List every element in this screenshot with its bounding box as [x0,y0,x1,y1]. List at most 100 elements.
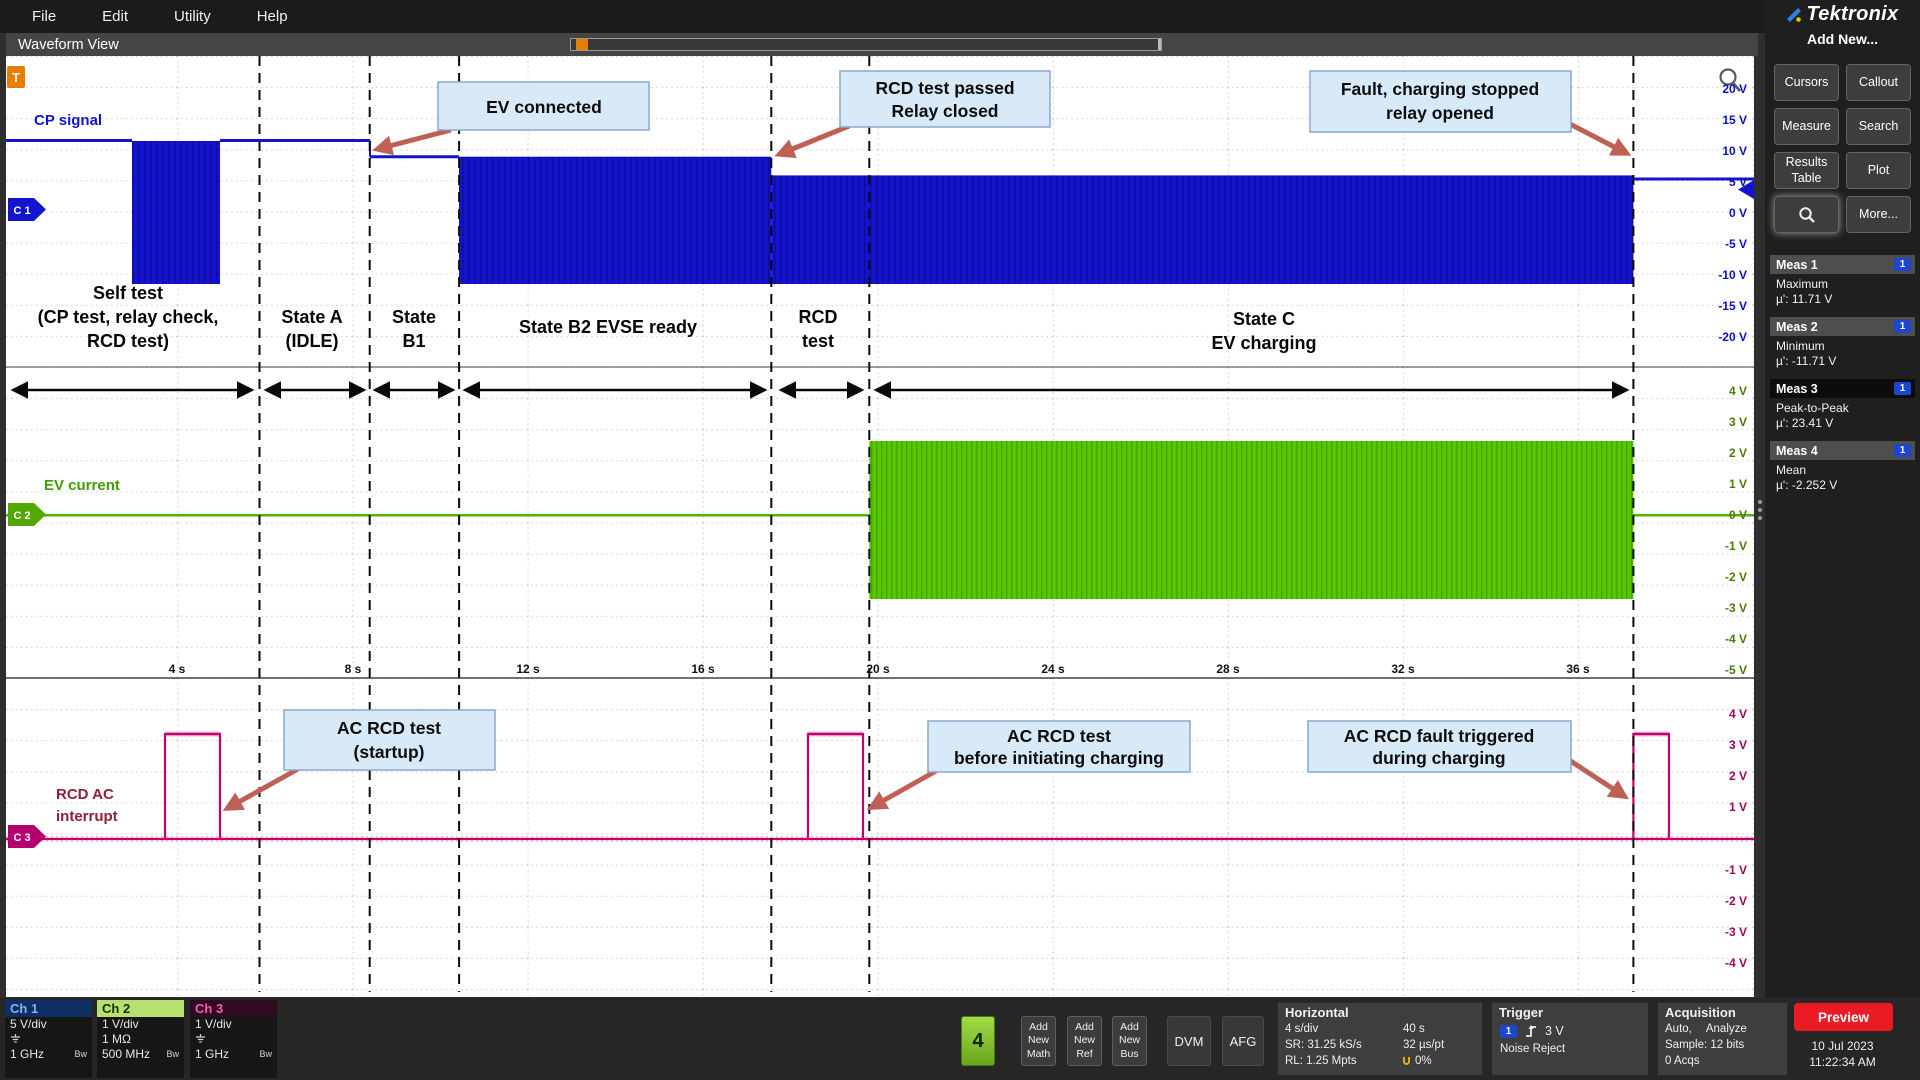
slider-end-tick [1158,39,1161,50]
more-button[interactable]: More... [1846,196,1911,233]
svg-text:32 s: 32 s [1391,662,1415,676]
svg-text:EV connected: EV connected [486,97,602,117]
meas-4-block[interactable]: Meas 4 1 Mean µ': -2.252 V [1770,441,1915,495]
menu-bar: File Edit Utility Help [0,0,1765,33]
svg-text:0 V: 0 V [1729,206,1747,220]
svg-text:28 s: 28 s [1216,662,1240,676]
svg-text:test: test [802,331,834,351]
svg-text:-2 V: -2 V [1725,894,1747,908]
measure-button[interactable]: Measure [1774,108,1839,145]
svg-text:(IDLE): (IDLE) [286,331,339,351]
trigger-panel[interactable]: Trigger 1 3 V Noise Reject [1491,1002,1649,1076]
svg-text:16 s: 16 s [691,662,715,676]
meas-3-source-badge: 1 [1894,382,1911,395]
menu-file[interactable]: File [32,8,56,25]
menu-help[interactable]: Help [257,8,288,25]
callout-ac-rcd-fault[interactable]: AC RCD fault triggered during charging [1308,721,1571,772]
meas-1-block[interactable]: Meas 1 1 Maximum µ': 11.71 V [1770,255,1915,309]
rising-edge-icon [1524,1024,1538,1038]
meas-4-type: Mean [1776,463,1915,478]
horizontal-position-slider[interactable] [570,38,1162,51]
horizontal-window: 40 s [1403,1021,1482,1037]
results-table-button[interactable]: Results Table [1774,152,1839,189]
horizontal-panel[interactable]: Horizontal 4 s/div 40 s SR: 31.25 kS/s 3… [1277,1002,1483,1076]
svg-text:B1: B1 [402,331,425,351]
meas-4-value: µ': -2.252 V [1776,478,1915,493]
add-new-ref-button[interactable]: Add New Ref [1067,1016,1102,1066]
meas-3-block[interactable]: Meas 3 1 Peak-to-Peak µ': 23.41 V [1770,379,1915,433]
callout-fault-charging-stopped[interactable]: Fault, charging stopped relay opened [1310,71,1571,132]
meas-4-name: Meas 4 [1776,444,1818,458]
callout-ev-connected[interactable]: EV connected [438,82,649,130]
svg-text:10 V: 10 V [1722,144,1747,158]
channel-3-title: Ch 3 [190,1000,277,1017]
channel-2-card[interactable]: Ch 2 1 V/div 1 MΩ 500 MHz Bw [97,1000,184,1078]
waveform-plot[interactable]: C 1 C 2 C 3 T 20 V 15 [6,56,1754,997]
datetime: 10 Jul 2023 11:22:34 AM [1765,1038,1920,1070]
channel-2-vdiv: 1 V/div [97,1017,184,1032]
svg-text:-20 V: -20 V [1718,330,1747,344]
svg-text:during charging: during charging [1372,748,1505,768]
svg-text:36 s: 36 s [1566,662,1590,676]
brand-text: Tektronix [1806,3,1898,25]
svg-text:5 V: 5 V [1729,175,1747,189]
svg-text:Self test: Self test [93,283,163,303]
channel-1-bandwidth: 1 GHz [10,1047,44,1062]
meas-2-value: µ': -11.71 V [1776,354,1915,369]
bw-limit-label: Bw [166,1047,179,1062]
add-new-math-button[interactable]: Add New Math [1021,1016,1056,1066]
zoom-button[interactable] [1774,196,1839,233]
meas-4-source-badge: 1 [1894,444,1911,457]
svg-text:State: State [392,307,436,327]
svg-text:20 s: 20 s [866,662,890,676]
channel-3-bandwidth: 1 GHz [195,1047,229,1062]
horizontal-scale: 4 s/div [1285,1021,1403,1037]
bottom-control-bar: Ch 1 5 V/div 1 GHz Bw Ch 2 1 V/div 1 MΩ … [0,998,1920,1080]
menu-edit[interactable]: Edit [102,8,128,25]
svg-text:-1 V: -1 V [1725,863,1747,877]
svg-text:C 2: C 2 [13,510,30,522]
waveform-view-titlebar: Waveform View [6,33,1758,56]
search-button[interactable]: Search [1846,108,1911,145]
plot-button[interactable]: Plot [1846,152,1911,189]
cursors-button[interactable]: Cursors [1774,64,1839,101]
svg-text:4 V: 4 V [1729,707,1747,721]
meas-2-block[interactable]: Meas 2 1 Minimum µ': -11.71 V [1770,317,1915,371]
callout-button[interactable]: Callout [1846,64,1911,101]
meas-2-type: Minimum [1776,339,1915,354]
channel-4-button[interactable]: 4 [961,1016,995,1066]
panel-drag-handle[interactable] [1755,492,1764,528]
trigger-source-flag[interactable]: T [7,66,25,88]
svg-text:RCD test passed: RCD test passed [875,78,1014,98]
channel-3-card[interactable]: Ch 3 1 V/div 1 GHz Bw [190,1000,277,1078]
position-icon [1403,1057,1410,1065]
dvm-button[interactable]: DVM [1167,1016,1211,1066]
afg-button[interactable]: AFG [1222,1016,1264,1066]
trigger-position-handle[interactable] [576,39,588,50]
add-new-bus-button[interactable]: Add New Bus [1112,1016,1147,1066]
svg-text:RCD: RCD [799,307,838,327]
svg-text:-3 V: -3 V [1725,925,1747,939]
svg-text:1 V: 1 V [1729,800,1747,814]
svg-text:24 s: 24 s [1041,662,1065,676]
oscilloscope-ui: File Edit Utility Help Waveform View [0,0,1920,1080]
channel-1-card[interactable]: Ch 1 5 V/div 1 GHz Bw [5,1000,92,1078]
callout-ac-rcd-before-charging[interactable]: AC RCD test before initiating charging [928,721,1190,772]
time-label: 11:22:34 AM [1765,1054,1920,1070]
svg-text:-5 V: -5 V [1725,663,1747,677]
channel-1-vdiv: 5 V/div [5,1017,92,1032]
preview-button[interactable]: Preview [1794,1003,1893,1031]
svg-text:-3 V: -3 V [1725,601,1747,615]
meas-1-name: Meas 1 [1776,258,1818,272]
ground-icon [190,1032,277,1047]
svg-text:-10 V: -10 V [1718,268,1747,282]
meas-2-source-badge: 1 [1894,320,1911,333]
svg-text:-4 V: -4 V [1725,632,1747,646]
callout-rcd-test-passed[interactable]: RCD test passed Relay closed [840,71,1050,127]
magnifier-icon [1798,206,1816,224]
svg-text:3 V: 3 V [1729,738,1747,752]
menu-utility[interactable]: Utility [174,8,211,25]
callout-ac-rcd-startup[interactable]: AC RCD test (startup) [284,710,495,770]
ev-current-label: EV current [44,477,120,494]
svg-text:-2 V: -2 V [1725,570,1747,584]
